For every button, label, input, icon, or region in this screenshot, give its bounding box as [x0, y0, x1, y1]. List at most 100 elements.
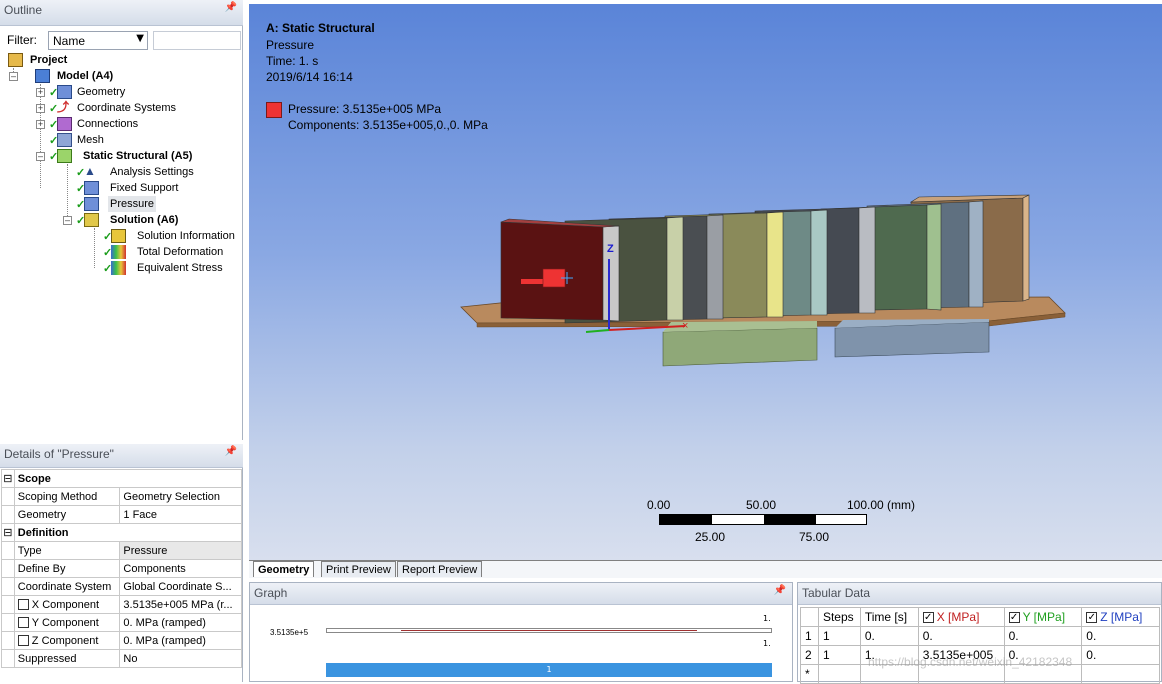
- x-component-checkbox[interactable]: [17, 599, 29, 611]
- model-geometry[interactable]: ×: [449, 189, 1162, 379]
- y-component-value[interactable]: 0. MPa (ramped): [119, 613, 242, 632]
- analysis-settings-icon: ▲: [84, 164, 96, 178]
- collapse-icon[interactable]: –: [63, 216, 72, 225]
- deformation-icon: [111, 245, 126, 259]
- graphics-viewport[interactable]: A: Static Structural Pressure Time: 1. s…: [249, 4, 1162, 560]
- filter-bar: Filter: Name ▼: [4, 30, 241, 52]
- y-component-label: Y Component: [13, 613, 121, 632]
- chevron-down-icon[interactable]: ▼: [136, 33, 144, 44]
- mesh-icon: [57, 133, 72, 147]
- z-component-label: Z Component: [13, 631, 121, 650]
- checkbox-icon[interactable]: ✓: [922, 612, 934, 624]
- filter-select[interactable]: Name ▼: [48, 31, 148, 50]
- graph-x-top: 1.: [763, 614, 771, 623]
- svg-text:×: ×: [682, 320, 688, 332]
- step-bar[interactable]: 1: [326, 663, 772, 677]
- pressure-icon: [84, 197, 99, 211]
- details-panel: Details of "Pressure" 📌 ⊟ Scope Scoping …: [0, 444, 243, 682]
- col-time[interactable]: Time [s]: [859, 607, 919, 627]
- scale-label-50: 50.00: [746, 498, 777, 512]
- scope-group: Scope: [13, 469, 243, 488]
- checkbox-icon[interactable]: ✓: [1008, 612, 1020, 624]
- scale-label-100: 100.00 (mm): [847, 498, 916, 512]
- coordinate-axes-icon: ⤴: [57, 100, 70, 114]
- scale-label-0: 0.00: [647, 498, 671, 512]
- date-label: 2019/6/14 16:14: [266, 70, 353, 84]
- graph-title: Graph: [254, 586, 288, 600]
- filter-search-input[interactable]: [153, 31, 241, 50]
- geometry-label: Geometry: [13, 505, 121, 524]
- tab-print-preview[interactable]: Print Preview: [321, 561, 396, 577]
- legend-swatch: [266, 102, 282, 118]
- tabular-table: Steps Time [s] ✓ X [MPa] ✓ Y [MPa] ✓ Z [MPa…: [800, 607, 1160, 684]
- coordinate-system-label: Coordinate System: [13, 577, 121, 596]
- scale-label-25: 25.00: [695, 530, 726, 544]
- static-structural-icon: [57, 149, 72, 163]
- graph-plot[interactable]: [326, 628, 772, 633]
- y-component-checkbox[interactable]: [17, 617, 29, 629]
- analysis-title: A: Static Structural: [266, 21, 375, 35]
- z-axis-label: Z: [607, 243, 614, 255]
- col-steps[interactable]: Steps: [817, 607, 861, 627]
- pin-icon[interactable]: 📌: [774, 585, 786, 596]
- tab-report-preview[interactable]: Report Preview: [397, 561, 483, 577]
- filter-label: Filter:: [7, 33, 37, 47]
- suppressed-value[interactable]: No: [119, 649, 242, 668]
- details-title: Details of "Pressure": [4, 447, 114, 461]
- expand-icon[interactable]: +: [36, 104, 45, 113]
- col-y[interactable]: ✓ Y [MPa]: [1003, 607, 1083, 627]
- table-row[interactable]: 1 1 0. 0. 0. 0.: [800, 626, 1160, 646]
- scale-label-75: 75.00: [799, 530, 830, 544]
- connections-icon: [57, 117, 72, 131]
- fixed-support-icon: [84, 181, 99, 195]
- collapse-icon[interactable]: –: [36, 152, 45, 161]
- geometry-value[interactable]: 1 Face: [119, 505, 242, 524]
- tabular-panel: Tabular Data Steps Time [s] ✓ X [MPa] ✓ Y …: [797, 582, 1162, 684]
- lower-block-left: [662, 327, 818, 367]
- graph-series-line: [401, 630, 697, 631]
- scoping-method-label: Scoping Method: [13, 487, 121, 506]
- suppressed-label: Suppressed: [13, 649, 121, 668]
- graph-x-bottom: 1.: [763, 639, 771, 648]
- define-by-label: Define By: [13, 559, 121, 578]
- legend-pressure: Pressure: 3.5135e+005 MPa: [288, 102, 442, 116]
- coordinate-system-value[interactable]: Global Coordinate S...: [119, 577, 242, 596]
- collapse-icon[interactable]: ⊟: [1, 523, 15, 542]
- collapse-icon[interactable]: ⊟: [1, 469, 15, 488]
- model-icon: [35, 69, 50, 83]
- legend-components: Components: 3.5135e+005,0.,0. MPa: [288, 118, 488, 132]
- graph-panel: Graph 📌 3.5135e+5 1. 1. 1: [249, 582, 793, 682]
- graph-y-value: 3.5135e+5: [270, 628, 309, 637]
- outline-header: Outline 📌: [0, 0, 243, 26]
- outline-tree: Project – Model (A4) + ✓ Geometry + ✓ ⤴ …: [0, 52, 242, 282]
- checkbox-icon[interactable]: ✓: [1086, 612, 1098, 624]
- watermark: https://blog.csdn.net/weixin_42182348: [868, 655, 1073, 669]
- z-component-checkbox[interactable]: [17, 635, 29, 647]
- definition-group: Definition: [13, 523, 243, 542]
- scale-bar: [659, 514, 867, 525]
- type-value[interactable]: Pressure: [119, 541, 242, 560]
- col-z[interactable]: ✓ Z [MPa]: [1081, 607, 1160, 627]
- object-name: Pressure: [266, 38, 315, 52]
- stress-icon: [111, 261, 126, 275]
- define-by-value[interactable]: Components: [119, 559, 242, 578]
- scoping-method-value[interactable]: Geometry Selection: [119, 487, 242, 506]
- z-component-value[interactable]: 0. MPa (ramped): [119, 631, 242, 650]
- graph-header: Graph 📌: [250, 583, 792, 605]
- collapse-icon[interactable]: –: [9, 72, 18, 81]
- expand-icon[interactable]: +: [36, 88, 45, 97]
- outline-title: Outline: [4, 3, 43, 17]
- x-component-value[interactable]: 3.5135e+005 MPa (r...: [119, 595, 242, 614]
- expand-icon[interactable]: +: [36, 120, 45, 129]
- solution-icon: [84, 213, 99, 227]
- details-header: Details of "Pressure" 📌: [0, 444, 243, 468]
- pressure-arrow: [521, 279, 545, 284]
- col-x[interactable]: ✓ X [MPa]: [917, 607, 1005, 627]
- filter-select-value: Name: [53, 34, 86, 48]
- y-axis: [585, 329, 610, 333]
- details-table: ⊟ Scope Scoping Method Geometry Selectio…: [1, 469, 243, 668]
- tab-geometry[interactable]: Geometry: [253, 561, 315, 577]
- pin-icon[interactable]: 📌: [225, 446, 237, 457]
- view-tabs: Geometry Print Preview Report Preview: [249, 560, 1162, 578]
- pin-icon[interactable]: 📌: [225, 2, 237, 13]
